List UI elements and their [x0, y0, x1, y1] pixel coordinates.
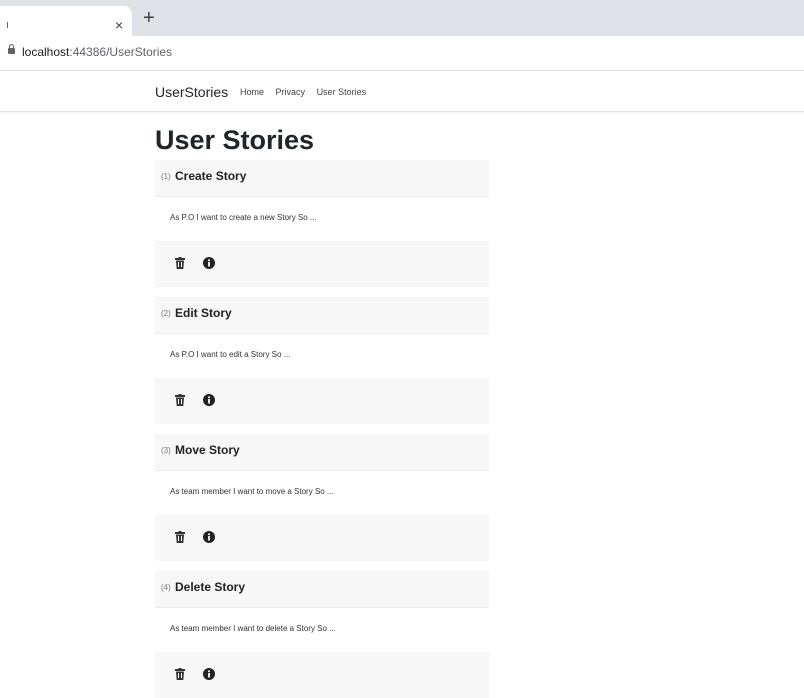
nav-link-home[interactable]: Home: [240, 87, 264, 97]
browser-tabstrip: ı × +: [0, 0, 804, 36]
story-card: (2) Edit Story As P.O I want to edit a S…: [155, 297, 489, 424]
tab-close-icon[interactable]: ×: [115, 18, 123, 32]
story-id: (1): [161, 172, 171, 181]
story-title: Delete Story: [175, 580, 246, 594]
page-title: User Stories: [155, 125, 315, 155]
story-description: As team member I want to move a Story So…: [170, 487, 334, 496]
tab-title-fragment: ı: [6, 19, 10, 31]
story-card-footer: [155, 515, 489, 561]
trash-icon[interactable]: [175, 394, 189, 408]
trash-icon[interactable]: [175, 668, 189, 682]
story-title: Move Story: [175, 443, 240, 457]
story-card: (1) Create Story As P.O I want to create…: [155, 160, 489, 287]
story-card-header: (4) Delete Story: [155, 571, 489, 608]
nav-link-user-stories[interactable]: User Stories: [317, 87, 367, 97]
url-text[interactable]: localhost:44386/UserStories: [22, 45, 172, 59]
info-icon[interactable]: [203, 531, 217, 545]
story-card-header: (3) Move Story: [155, 434, 489, 471]
story-id: (2): [161, 309, 171, 318]
new-tab-icon[interactable]: +: [143, 8, 155, 28]
story-id: (3): [161, 446, 171, 455]
story-description: As P.O I want to edit a Story So ...: [170, 350, 291, 359]
story-title: Edit Story: [175, 306, 232, 320]
story-description: As team member I want to delete a Story …: [170, 624, 336, 633]
nav-links: Home Privacy User Stories: [240, 87, 375, 97]
story-card-body: As team member I want to delete a Story …: [155, 608, 489, 652]
story-card: (3) Move Story As team member I want to …: [155, 434, 489, 561]
url-host: localhost: [22, 45, 70, 59]
site-navbar: UserStories Home Privacy User Stories: [0, 71, 804, 112]
trash-icon[interactable]: [175, 257, 189, 271]
navbar-brand[interactable]: UserStories: [155, 84, 228, 100]
lock-icon[interactable]: [8, 44, 15, 54]
nav-link-privacy[interactable]: Privacy: [276, 87, 306, 97]
address-bar[interactable]: localhost:44386/UserStories: [0, 36, 804, 71]
story-card-body: As P.O I want to create a new Story So .…: [155, 197, 489, 241]
story-card-header: (1) Create Story: [155, 160, 489, 197]
info-icon[interactable]: [203, 394, 217, 408]
story-card-footer: [155, 378, 489, 424]
story-card: (4) Delete Story As team member I want t…: [155, 571, 489, 698]
trash-icon[interactable]: [175, 531, 189, 545]
story-card-footer: [155, 652, 489, 690]
story-card-body: As team member I want to move a Story So…: [155, 471, 489, 515]
story-card-footer: [155, 241, 489, 287]
info-icon[interactable]: [203, 257, 217, 271]
story-card-body: As P.O I want to edit a Story So ...: [155, 334, 489, 378]
story-title: Create Story: [175, 169, 247, 183]
story-card-header: (2) Edit Story: [155, 297, 489, 334]
story-description: As P.O I want to create a new Story So .…: [170, 213, 317, 222]
story-id: (4): [161, 583, 171, 592]
url-path: :44386/UserStories: [69, 45, 173, 59]
browser-tab[interactable]: ı ×: [0, 6, 132, 36]
info-icon[interactable]: [203, 668, 217, 682]
